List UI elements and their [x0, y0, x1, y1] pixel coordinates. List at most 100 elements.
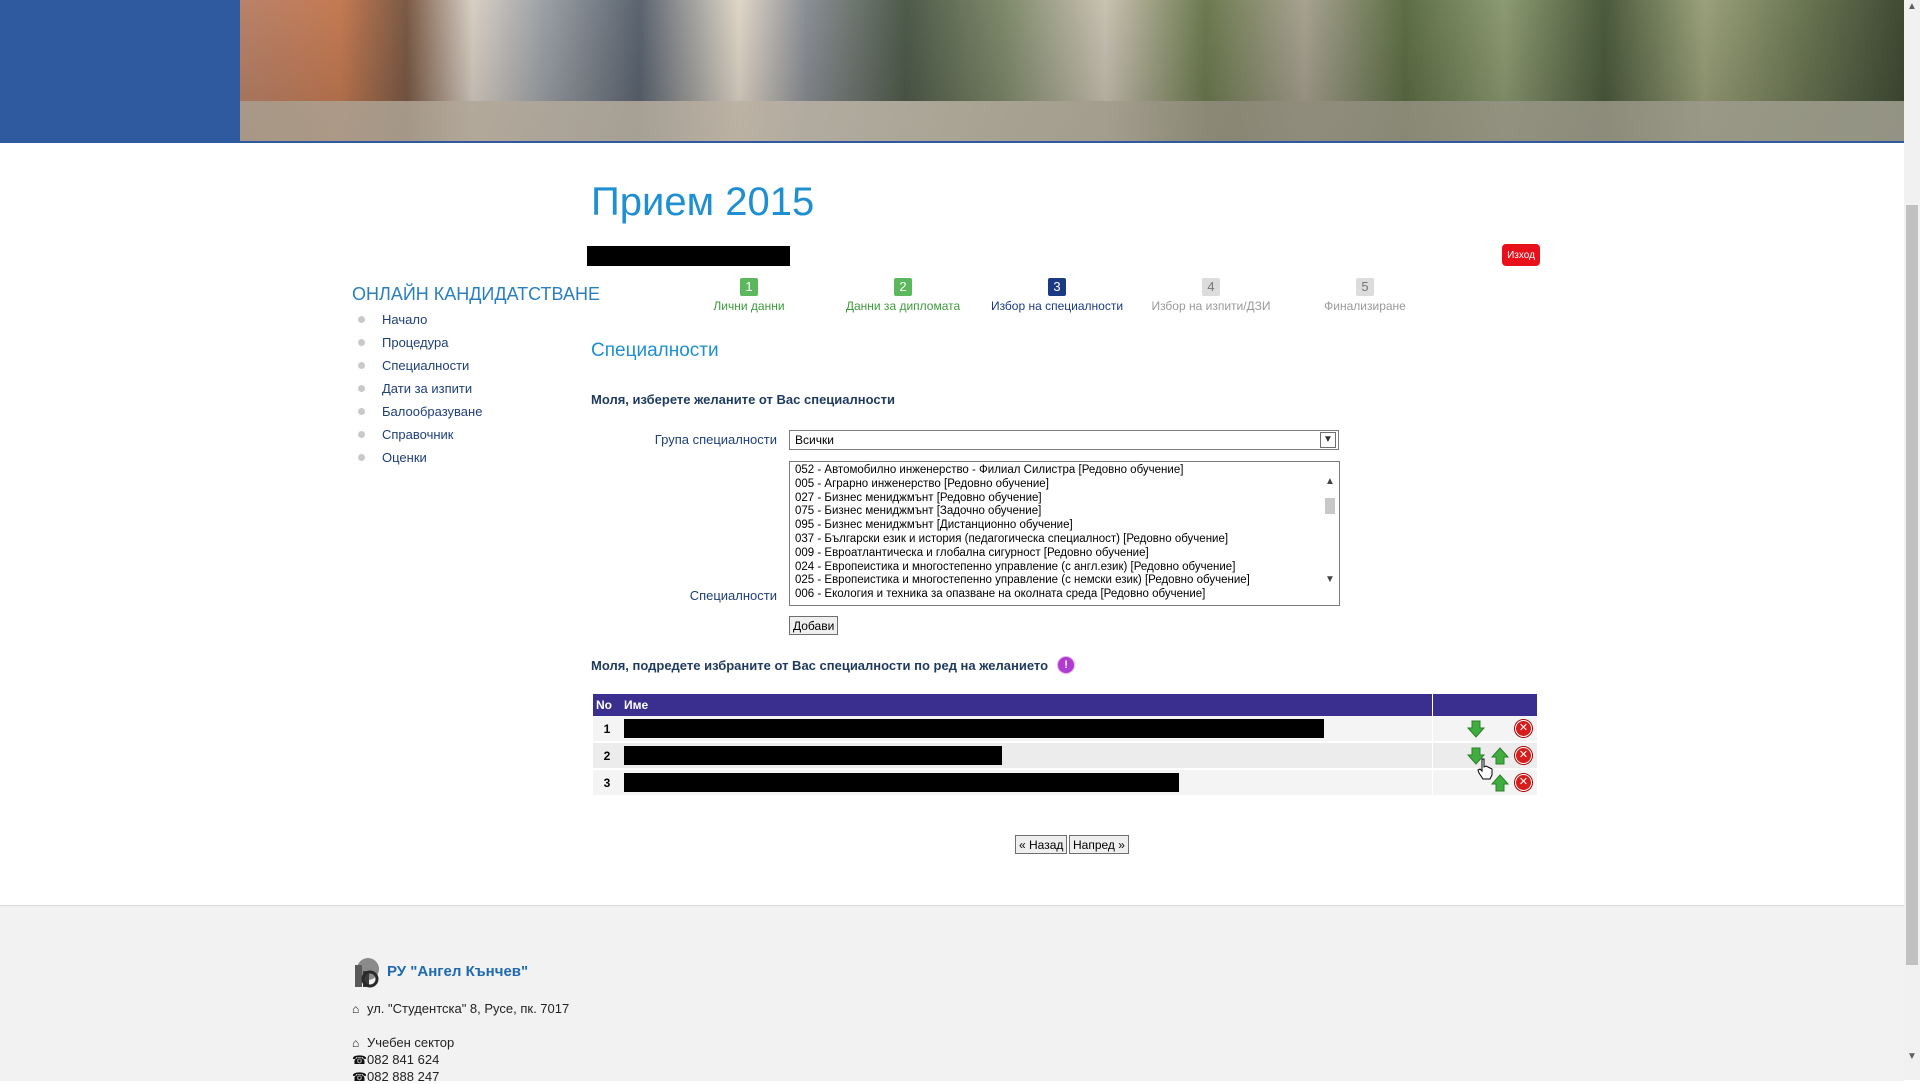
table-header-row: No Име — [593, 694, 1537, 716]
footer — [0, 905, 1904, 1081]
row-actions: ✕ — [1432, 716, 1537, 743]
add-button[interactable]: Добави — [789, 616, 839, 635]
listbox-scroll-thumb[interactable] — [1325, 498, 1335, 514]
listbox-scrollbar[interactable]: ▲ ▼ — [1322, 462, 1339, 605]
arrow-down-icon[interactable] — [1467, 720, 1485, 738]
specialty-option[interactable]: 095 - Бизнес мениджмънт [Дистанционно об… — [790, 519, 1339, 533]
sidebar-item-grades[interactable]: Оценки — [358, 446, 482, 469]
banner-divider — [0, 141, 1904, 143]
row-number: 3 — [593, 769, 621, 797]
delete-icon[interactable]: ✕ — [1515, 747, 1532, 764]
bullet-icon — [358, 339, 365, 346]
table-row: 2 ✕ — [593, 742, 1537, 770]
specialty-option[interactable]: 005 - Аграрно инженерство [Редовно обуче… — [790, 478, 1339, 492]
sidebar-item-reference[interactable]: Справочник — [358, 423, 482, 446]
phone-text: 082 841 624 — [367, 1052, 440, 1067]
step-choose-specialties: 3 Избор на специалности — [977, 278, 1137, 313]
sidebar-item-label[interactable]: Балообразуване — [382, 404, 482, 419]
dept-text: Учебен сектор — [367, 1035, 455, 1050]
sidebar-item-label[interactable]: Процедура — [382, 335, 448, 350]
sidebar-item-procedure[interactable]: Процедура — [358, 331, 482, 354]
footer-phone-1: ☎ 082 841 624 — [352, 1052, 439, 1067]
specialty-option[interactable]: 006 - Екология и техника за опазване на … — [790, 588, 1339, 602]
sidebar-item-exam-dates[interactable]: Дати за изпити — [358, 377, 482, 400]
address-text: ул. "Студентска" 8, Русе, пк. 7017 — [367, 1001, 570, 1016]
wizard-steps: 1 Лични данни 2 Данни за дипломата 3 Изб… — [0, 278, 1904, 318]
university-name: РУ "Ангел Кънчев" — [387, 963, 529, 980]
info-icon[interactable]: ! — [1058, 657, 1075, 673]
row-number: 2 — [593, 742, 621, 770]
table-row: 3 ✕ — [593, 769, 1537, 797]
row-name-cell — [621, 716, 1433, 743]
step-number: 3 — [1048, 278, 1066, 296]
step-number: 1 — [740, 278, 758, 296]
arrow-up-icon[interactable] — [1491, 774, 1509, 792]
specialty-option[interactable]: 009 - Евроатлантическа и глобална сигурн… — [790, 547, 1339, 561]
campus-photo — [240, 0, 1904, 141]
home-icon: ⌂ — [352, 1001, 360, 1016]
sidebar-item-label[interactable]: Специалности — [382, 358, 469, 373]
row-name-cell — [621, 742, 1433, 770]
back-button[interactable]: « Назад — [1015, 835, 1068, 854]
scrollbar-thumb[interactable] — [1906, 205, 1918, 965]
scroll-up-icon[interactable]: ▲ — [1324, 476, 1336, 487]
step-label: Финализиране — [1324, 299, 1406, 313]
delete-icon[interactable]: ✕ — [1515, 720, 1532, 737]
selected-specialties-table: No Име 1 ✕ 2 ✕ 3 ✕ — [593, 694, 1537, 797]
sidebar-item-specialties[interactable]: Специалности — [358, 354, 482, 377]
column-header-no: No — [593, 694, 621, 716]
specialties-listbox[interactable]: 052 - Автомобилно инженерство - Филиал С… — [789, 461, 1340, 606]
specialty-option[interactable]: 052 - Автомобилно инженерство - Филиал С… — [790, 464, 1339, 478]
redacted-specialty — [624, 746, 1003, 765]
row-name-cell — [621, 769, 1433, 797]
university-logo-icon — [355, 958, 379, 988]
sidebar-item-label[interactable]: Дати за изпити — [382, 381, 472, 396]
specialty-option[interactable]: 027 - Бизнес мениджмънт [Редовно обучени… — [790, 492, 1339, 506]
row-number: 1 — [593, 716, 621, 743]
scroll-down-icon[interactable]: ▼ — [1906, 1050, 1918, 1064]
redacted-specialty — [624, 773, 1180, 792]
sidebar-item-scoring[interactable]: Балообразуване — [358, 400, 482, 423]
scroll-up-icon[interactable]: ▲ — [1906, 0, 1918, 14]
specialty-option[interactable]: 024 - Европеистика и многостепенно управ… — [790, 561, 1339, 575]
chevron-down-icon[interactable]: ▼ — [1320, 432, 1336, 448]
step-label: Избор на специалности — [990, 299, 1124, 313]
specialty-option[interactable]: 075 - Бизнес мениджмънт [Задочно обучени… — [790, 505, 1339, 519]
column-header-name: Име — [621, 694, 1433, 716]
bullet-icon — [358, 362, 365, 369]
column-header-actions — [1432, 694, 1537, 716]
bullet-icon — [358, 408, 365, 415]
phone-icon: ☎ — [352, 1069, 367, 1084]
phone-icon: ☎ — [352, 1052, 367, 1067]
group-label: Група специалности — [654, 432, 777, 447]
footer-dept: ⌂ Учебен сектор — [352, 1035, 454, 1050]
step-choose-exams: 4 Избор на изпити/ДЗИ — [1131, 278, 1291, 313]
specialties-label: Специалности — [689, 588, 777, 603]
scroll-down-icon[interactable]: ▼ — [1324, 574, 1336, 585]
specialty-option[interactable]: 037 - Български език и история (педагоги… — [790, 533, 1339, 547]
step-finalize: 5 Финализиране — [1285, 278, 1445, 313]
bullet-icon — [358, 454, 365, 461]
arrow-up-icon[interactable] — [1491, 747, 1509, 765]
sidebar-item-label[interactable]: Оценки — [382, 450, 427, 465]
next-button[interactable]: Напред » — [1069, 835, 1129, 854]
sidebar-item-label[interactable]: Справочник — [382, 427, 454, 442]
logout-button[interactable]: Изход — [1502, 244, 1540, 266]
order-instruction: Моля, подредете избраните от Вас специал… — [591, 657, 1075, 673]
sidebar-nav: Начало Процедура Специалности Дати за из… — [358, 308, 482, 469]
bullet-icon — [358, 385, 365, 392]
specialty-group-select[interactable]: Всички ▼ — [789, 430, 1339, 450]
step-number: 4 — [1202, 278, 1220, 296]
home-icon: ⌂ — [352, 1035, 360, 1050]
order-instruction-text: Моля, подредете избраните от Вас специал… — [591, 657, 1049, 673]
step-number: 2 — [894, 278, 912, 296]
step-label: Данни за дипломата — [845, 299, 961, 313]
specialty-option[interactable]: 025 - Европеистика и многостепенно управ… — [790, 574, 1339, 588]
delete-icon[interactable]: ✕ — [1515, 774, 1532, 791]
phone-text: 082 888 247 — [367, 1069, 440, 1084]
footer-address: ⌂ ул. "Студентска" 8, Русе, пк. 7017 — [352, 1001, 569, 1016]
redacted-specialty — [624, 719, 1325, 738]
footer-phone-2: ☎ 082 888 247 — [352, 1069, 439, 1084]
step-label: Лични данни — [713, 299, 785, 313]
section-title: Специалности — [591, 340, 719, 361]
